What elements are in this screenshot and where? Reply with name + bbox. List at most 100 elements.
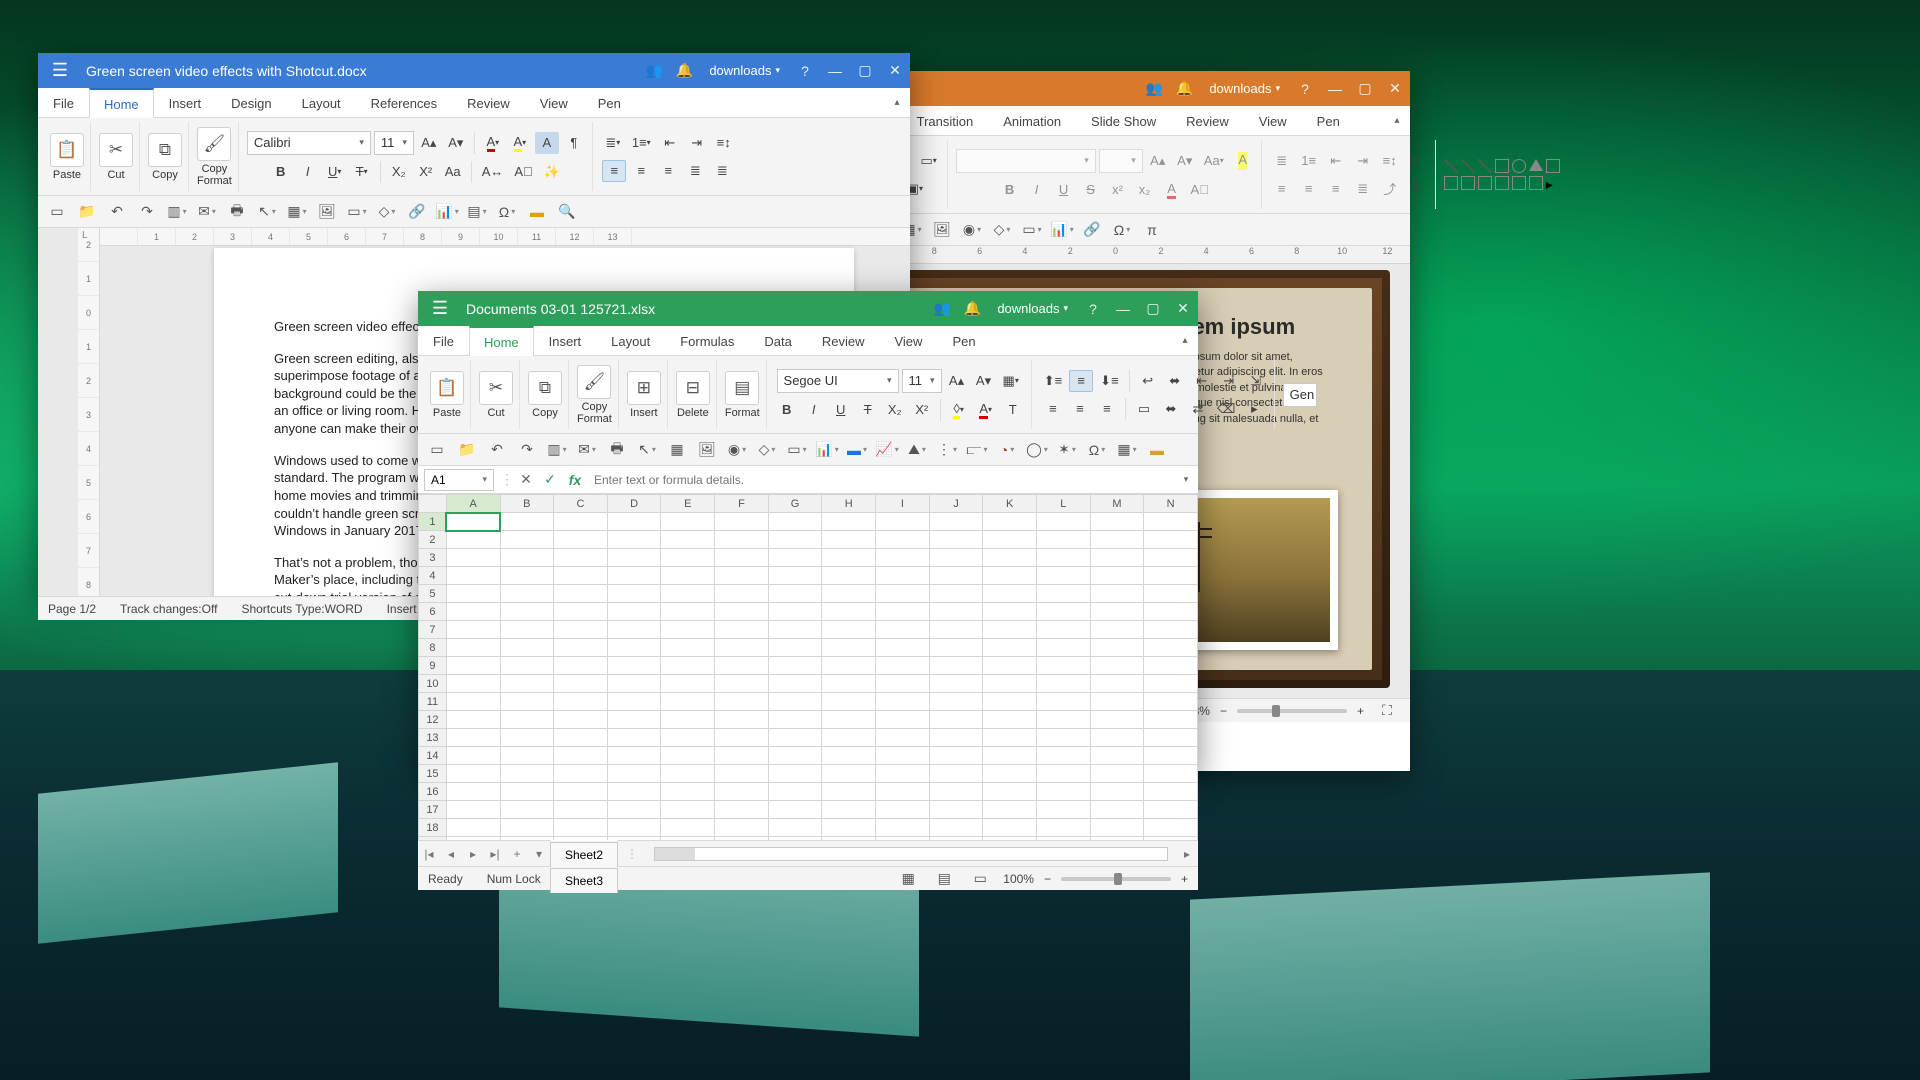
cell-H1[interactable] [822,513,876,531]
cell-H14[interactable] [822,747,876,765]
cell-E2[interactable] [661,531,715,549]
cell-E16[interactable] [661,783,715,801]
text-orient-button[interactable]: T [1001,399,1025,421]
cell-K10[interactable] [983,675,1037,693]
row-header-6[interactable]: 6 [419,603,447,621]
cell-K16[interactable] [983,783,1037,801]
row-header-12[interactable]: 12 [419,711,447,729]
row-header-5[interactable]: 5 [419,585,447,603]
maximize-button[interactable]: ▢ [850,53,880,88]
cell-M7[interactable] [1090,621,1144,639]
col-header-J[interactable]: J [929,495,983,513]
align-right-button[interactable]: ≡ [656,160,680,182]
expand-formula-button[interactable]: ▾ [1174,474,1198,485]
cell-A1[interactable] [446,513,500,531]
cell-H11[interactable] [822,693,876,711]
image-icon[interactable]: 🖼 [314,200,340,224]
cell-A14[interactable] [446,747,500,765]
bell-icon[interactable]: 🔔 [957,291,987,326]
cell-E5[interactable] [661,585,715,603]
tab-last-button[interactable]: ▸| [484,847,506,861]
symbol-icon[interactable]: Ω▾ [1109,218,1135,242]
tab-transition[interactable]: Transition [902,106,989,135]
cell-J6[interactable] [929,603,983,621]
cell-D2[interactable] [607,531,661,549]
cell-G10[interactable] [768,675,822,693]
clear-format-button[interactable]: A⃠ [1187,179,1213,201]
bullets-button[interactable]: ≣ [1270,150,1294,172]
screenshot-icon[interactable]: ◉▾ [724,438,750,462]
align-vert-button[interactable]: ⇅ [1405,178,1429,200]
cell-K13[interactable] [983,729,1037,747]
freeze-icon[interactable]: ▬ [1144,438,1170,462]
cell-B17[interactable] [500,801,554,819]
font-color-button[interactable]: A▾ [974,399,998,421]
cell-N8[interactable] [1144,639,1198,657]
cell-H3[interactable] [822,549,876,567]
font-size-combo[interactable]: 11▾ [902,369,942,393]
open-icon[interactable]: 📁 [74,200,100,224]
view-pagebreak-icon[interactable]: ▤ [931,867,957,891]
cell-H18[interactable] [822,819,876,837]
cell-E7[interactable] [661,621,715,639]
row-header-3[interactable]: 3 [419,549,447,567]
cell-G19[interactable] [768,837,822,841]
pivot-icon[interactable]: ▦▾ [1114,438,1140,462]
cell-F4[interactable] [715,567,769,585]
indent-button[interactable]: ⇥ [1351,150,1375,172]
col-header-I[interactable]: I [876,495,930,513]
font-color-button[interactable]: A [1160,179,1184,201]
cell-E4[interactable] [661,567,715,585]
tab-pen[interactable]: Pen [1302,106,1355,135]
cell-D6[interactable] [607,603,661,621]
cell-I18[interactable] [876,819,930,837]
chart-radar-icon[interactable]: ✶▾ [1054,438,1080,462]
cell-G13[interactable] [768,729,822,747]
cell-E13[interactable] [661,729,715,747]
cell-E10[interactable] [661,675,715,693]
tab-insert[interactable]: Insert [154,88,217,117]
cell-I19[interactable] [876,837,930,841]
cell-C16[interactable] [554,783,608,801]
cell-E17[interactable] [661,801,715,819]
chart-col-icon[interactable]: 📊▾ [814,438,840,462]
align-center-button[interactable]: ≡ [1297,178,1321,200]
cell-H9[interactable] [822,657,876,675]
cell-M19[interactable] [1090,837,1144,841]
cell-J2[interactable] [929,531,983,549]
cell-H19[interactable] [822,837,876,841]
cell-K4[interactable] [983,567,1037,585]
cell-F11[interactable] [715,693,769,711]
cell-J19[interactable] [929,837,983,841]
cell-B1[interactable] [500,513,554,531]
paste-button[interactable]: 📋 [430,371,464,405]
tab-references[interactable]: References [356,88,452,117]
share-icon[interactable]: 👥 [1139,71,1169,106]
col-header-M[interactable]: M [1090,495,1144,513]
cell-J15[interactable] [929,765,983,783]
cell-K7[interactable] [983,621,1037,639]
align-center-button[interactable]: ≡ [1068,398,1092,420]
align-right-button[interactable]: ≡ [1095,398,1119,420]
copy-format-button[interactable]: 🖌 [577,365,611,399]
cell-M3[interactable] [1090,549,1144,567]
grow-font-button[interactable]: A▴ [1146,150,1170,172]
cell-D19[interactable] [607,837,661,841]
sheet-tab-sheet2[interactable]: Sheet2 [550,842,618,867]
cell-N18[interactable] [1144,819,1198,837]
word-titlebar[interactable]: ☰ Green screen video effects with Shotcu… [38,53,910,88]
numbering-button[interactable]: 1≡▾ [628,132,655,154]
cell-N3[interactable] [1144,549,1198,567]
cell-L7[interactable] [1036,621,1090,639]
cell-I9[interactable] [876,657,930,675]
save-icon[interactable]: ▭ [44,200,70,224]
col-header-E[interactable]: E [661,495,715,513]
cell-L12[interactable] [1036,711,1090,729]
cell-E19[interactable] [661,837,715,841]
char-shading-button[interactable]: A [535,132,559,154]
cell-G15[interactable] [768,765,822,783]
zoom-in-button[interactable]: + [1357,704,1364,718]
cell-F19[interactable] [715,837,769,841]
tab-animation[interactable]: Animation [988,106,1076,135]
cell-J18[interactable] [929,819,983,837]
